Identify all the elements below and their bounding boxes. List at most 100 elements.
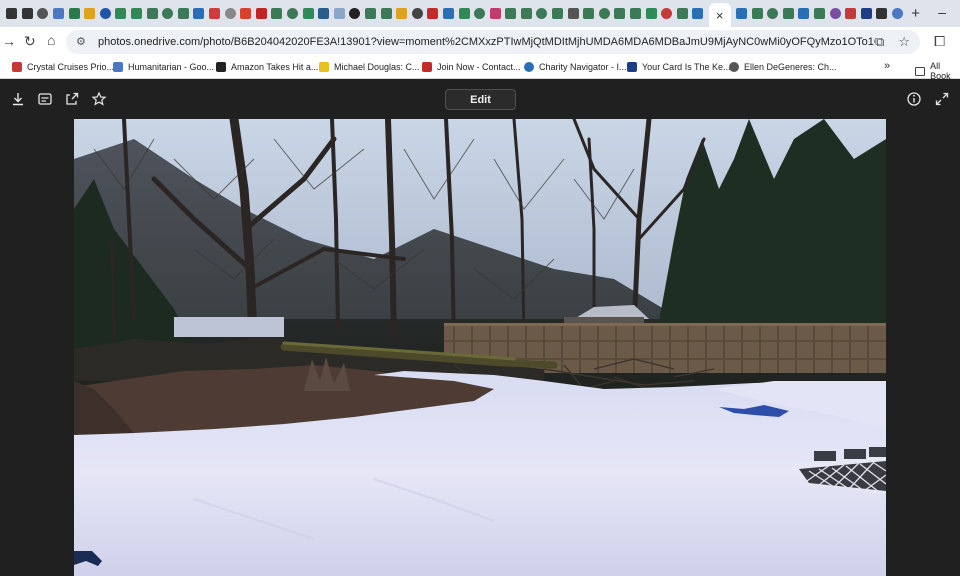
fullscreen-icon[interactable] — [934, 91, 950, 107]
info-icon[interactable] — [906, 91, 922, 107]
tab-favicon-icon[interactable] — [552, 8, 564, 19]
tab-favicon-icon[interactable] — [442, 8, 454, 19]
globe-icon — [729, 62, 739, 72]
tab-favicon-icon[interactable] — [458, 8, 470, 19]
bookmark-item[interactable]: Michael Douglas: C... — [319, 62, 420, 72]
tab-favicon-icon[interactable] — [6, 8, 18, 19]
share-icon[interactable] — [64, 91, 80, 107]
bookmark-item[interactable]: Humanitarian - Goo... — [113, 62, 214, 72]
tab-favicon-icon[interactable] — [598, 8, 610, 19]
more-bookmarks-icon[interactable]: » — [884, 60, 890, 72]
bookmark-item[interactable]: Crystal Cruises Prio... — [12, 62, 114, 72]
tab-favicon-icon[interactable] — [891, 8, 903, 19]
browser-toolbar: → ↻ ⌂ ⚙ photos.onedrive.com/photo/B6B204… — [0, 27, 960, 57]
tab-strip: × + – — [0, 0, 960, 27]
tab-favicon-icon[interactable] — [567, 8, 579, 19]
tab-favicon-icon[interactable] — [661, 8, 673, 19]
tab-favicon-icon[interactable] — [115, 8, 127, 19]
tab-favicon-icon[interactable] — [520, 8, 532, 19]
tab-favicon-icon[interactable] — [813, 8, 825, 19]
tab-favicon-icon[interactable] — [474, 8, 486, 19]
tab-favicon-icon[interactable] — [396, 8, 408, 19]
card-icon — [627, 62, 637, 72]
tab-favicon-icon[interactable] — [489, 8, 501, 19]
tab-favicon-icon[interactable] — [583, 8, 595, 19]
tab-favicon-icon[interactable] — [255, 8, 267, 19]
favorite-icon[interactable] — [91, 91, 107, 107]
url-text[interactable]: photos.onedrive.com/photo/B6B204042020FE… — [98, 36, 875, 48]
tab-favicon-icon[interactable] — [751, 8, 763, 19]
download-icon[interactable] — [10, 91, 26, 107]
tab-favicon-icon[interactable] — [68, 8, 80, 19]
tab-favicon-icon[interactable] — [209, 8, 221, 19]
tab-favicon-icon[interactable] — [380, 8, 392, 19]
tab-favicon-icon[interactable] — [798, 8, 810, 19]
tab-favicon-icon[interactable] — [37, 8, 49, 19]
tab-favicon-icon[interactable] — [84, 8, 96, 19]
tab-favicon-icon[interactable] — [302, 8, 314, 19]
tab-favicon-icon[interactable] — [411, 8, 423, 19]
tab-favicon-icon[interactable] — [860, 8, 872, 19]
new-tab-button[interactable]: + — [911, 5, 920, 22]
tab-favicon-icon[interactable] — [177, 8, 189, 19]
tab-list-left — [4, 8, 706, 19]
tab-favicon-icon[interactable] — [692, 8, 704, 19]
tab-favicon-icon[interactable] — [736, 8, 748, 19]
tab-favicon-icon[interactable] — [271, 8, 283, 19]
caption-icon[interactable] — [37, 91, 53, 107]
star-icon — [524, 62, 534, 72]
photo-image[interactable] — [74, 119, 886, 576]
wsj-icon — [216, 62, 226, 72]
bookmark-item[interactable]: Ellen DeGeneres: Ch... — [729, 62, 837, 72]
tab-favicon-icon[interactable] — [349, 8, 361, 19]
tab-favicon-icon[interactable] — [767, 8, 779, 19]
tab-favicon-icon[interactable] — [333, 8, 345, 19]
bookmark-item[interactable]: Join Now - Contact... — [422, 62, 521, 72]
tab-favicon-icon[interactable] — [782, 8, 794, 19]
tab-favicon-icon[interactable] — [286, 8, 298, 19]
tab-favicon-icon[interactable] — [829, 8, 841, 19]
address-bar[interactable]: ⚙ photos.onedrive.com/photo/B6B204042020… — [66, 30, 920, 54]
c-icon — [422, 62, 432, 72]
tab-list-right — [734, 8, 906, 19]
tab-favicon-icon[interactable] — [505, 8, 517, 19]
reload-icon[interactable]: ↻ — [24, 33, 36, 50]
tab-favicon-icon[interactable] — [318, 8, 330, 19]
tab-favicon-icon[interactable] — [536, 8, 548, 19]
tab-favicon-icon[interactable] — [99, 8, 111, 19]
tab-favicon-icon[interactable] — [53, 8, 65, 19]
tab-favicon-icon[interactable] — [645, 8, 657, 19]
photo-viewer-toolbar: Edit — [0, 80, 960, 119]
snowy-backyard-photo — [74, 119, 886, 576]
tab-favicon-icon[interactable] — [614, 8, 626, 19]
bookmark-star-icon[interactable]: ☆ — [898, 34, 910, 50]
extensions-icon[interactable]: ⧠ — [934, 33, 945, 50]
bookmark-item[interactable]: Charity Navigator - I... — [524, 62, 627, 72]
forward-icon[interactable]: → — [2, 33, 16, 49]
yahoo-icon — [319, 62, 329, 72]
open-in-app-icon[interactable]: ⧉ — [875, 34, 884, 50]
tab-favicon-icon[interactable] — [876, 8, 888, 19]
tab-favicon-icon[interactable] — [146, 8, 158, 19]
close-tab-icon[interactable]: × — [716, 8, 724, 23]
tab-favicon-icon[interactable] — [224, 8, 236, 19]
tab-favicon-icon[interactable] — [630, 8, 642, 19]
site-info-icon[interactable]: ⚙ — [76, 36, 88, 48]
edit-button[interactable]: Edit — [445, 89, 516, 110]
tab-favicon-icon[interactable] — [21, 8, 33, 19]
tab-favicon-icon[interactable] — [162, 8, 174, 19]
home-icon[interactable]: ⌂ — [47, 32, 55, 48]
tab-favicon-icon[interactable] — [427, 8, 439, 19]
bookmark-item[interactable]: Your Card Is The Ke... — [627, 62, 731, 72]
tab-favicon-icon[interactable] — [676, 8, 688, 19]
all-bookmarks-button[interactable]: All Book — [915, 61, 960, 81]
tab-favicon-icon[interactable] — [240, 8, 252, 19]
minimize-window-icon[interactable]: – — [938, 4, 946, 20]
tab-favicon-icon[interactable] — [364, 8, 376, 19]
tab-favicon-icon[interactable] — [193, 8, 205, 19]
bookmark-item[interactable]: Amazon Takes Hit a... — [216, 62, 318, 72]
tab-favicon-icon[interactable] — [131, 8, 143, 19]
tab-favicon-icon[interactable] — [845, 8, 857, 19]
doc-icon — [113, 62, 123, 72]
active-tab[interactable]: × — [708, 3, 731, 27]
